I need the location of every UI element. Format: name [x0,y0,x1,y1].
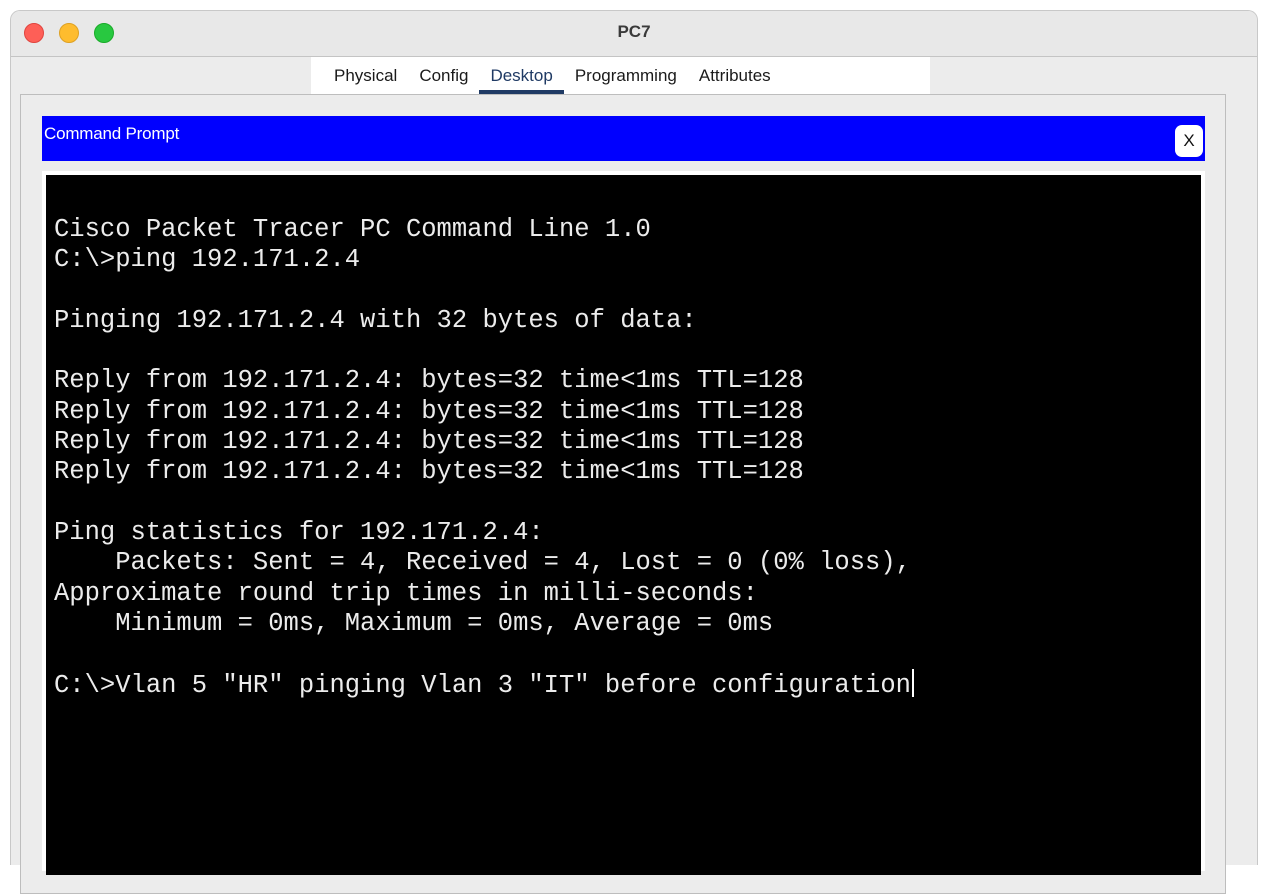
window-title: PC7 [617,22,651,41]
command-prompt-header: Command Prompt X [42,116,1205,161]
terminal-current-command: C:\>Vlan 5 "HR" pinging Vlan 3 "IT" befo… [54,671,911,701]
terminal-line: Reply from 192.171.2.4: bytes=32 time<1m… [54,366,804,396]
terminal-line: Ping statistics for 192.171.2.4: [54,517,544,547]
tab-physical[interactable]: Physical [323,57,408,95]
terminal-output[interactable]: Cisco Packet Tracer PC Command Line 1.0 … [46,175,1201,875]
tab-config[interactable]: Config [408,57,479,95]
command-prompt-title: Command Prompt [44,124,180,143]
text-cursor [911,669,914,698]
terminal-line: Packets: Sent = 4, Received = 4, Lost = … [54,548,911,578]
terminal-line: Approximate round trip times in milli-se… [54,578,758,608]
title-bar[interactable]: PC7 [11,11,1257,57]
terminal-input-line[interactable]: C:\>Vlan 5 "HR" pinging Vlan 3 "IT" befo… [54,669,1201,701]
terminal-line: Minimum = 0ms, Maximum = 0ms, Average = … [54,608,774,638]
tab-programming[interactable]: Programming [564,57,688,95]
terminal-line: Reply from 192.171.2.4: bytes=32 time<1m… [54,396,804,426]
close-prompt-button[interactable]: X [1175,125,1203,157]
terminal-line: Pinging 192.171.2.4 with 32 bytes of dat… [54,305,697,335]
terminal-line: C:\>ping 192.171.2.4 [54,245,361,275]
tab-attributes[interactable]: Attributes [688,57,782,95]
terminal-line: Reply from 192.171.2.4: bytes=32 time<1m… [54,457,804,487]
tab-bar: Physical Config Desktop Programming Attr… [311,57,930,95]
tab-desktop[interactable]: Desktop [479,57,565,95]
terminal-line: Reply from 192.171.2.4: bytes=32 time<1m… [54,427,804,457]
terminal-line: Cisco Packet Tracer PC Command Line 1.0 [54,215,651,244]
